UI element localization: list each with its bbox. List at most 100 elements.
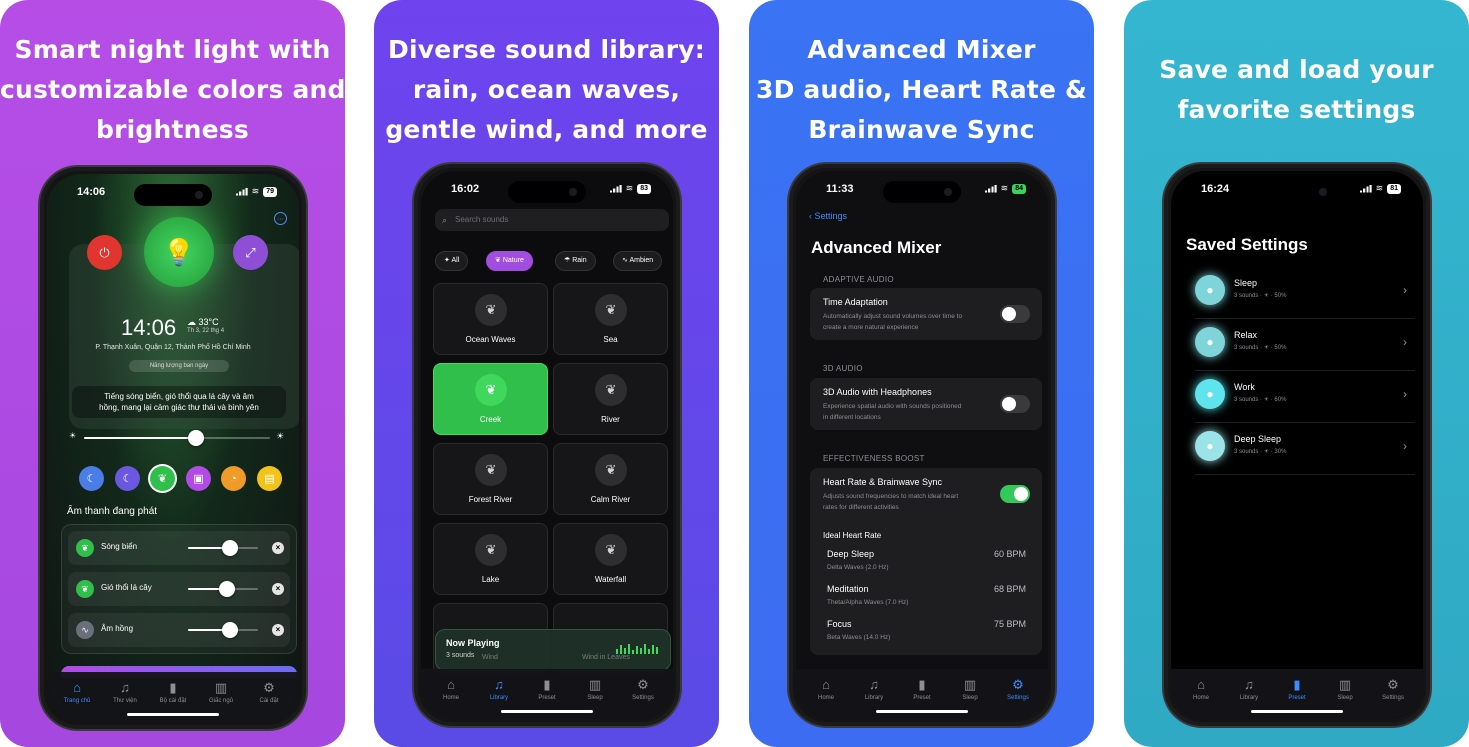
tab-home[interactable]: ⌂ Trang chủ [54,680,100,722]
filter-chip-ambient[interactable]: ∿ Ambien [613,251,663,271]
phone-screen: 16:24 ≋ 81 Saved Settings ● Sleep 3 soun… [1171,171,1423,719]
home-indicator [501,710,593,713]
text-label: 3 sounds [446,652,475,659]
mode-night-button[interactable]: ☾ [79,466,104,491]
text-label: River [601,415,620,424]
volume-slider[interactable] [188,622,258,638]
tab-settings[interactable]: ⚙ Settings [1370,677,1416,719]
tab-settings[interactable]: ⚙ Settings [995,677,1041,719]
text-label: rates for different activities [823,504,899,511]
filter-chip-nature[interactable]: ❦ Nature [486,251,533,271]
sound-tile[interactable]: ❦ River [553,363,668,435]
tab-settings[interactable]: ⚙ Cài đặt [246,680,292,722]
tab-home[interactable]: ⌂ Home [1178,677,1224,719]
text-label: Automatically adjust sound volumes over … [823,313,963,320]
sound-tile[interactable]: ❦ Calm River [553,443,668,515]
text-label: Library [489,695,509,701]
expand-button[interactable]: ⤢ [233,235,268,270]
mode-moon-button[interactable]: ☾ [115,466,140,491]
home-indicator [1251,710,1343,713]
slider-knob[interactable] [222,622,238,638]
slider-knob[interactable] [222,540,238,556]
lightbulb-icon: ● [1195,379,1225,409]
brightness-slider[interactable] [84,430,270,446]
tab-home[interactable]: ⌂ Home [428,677,474,719]
signal-icon [609,184,622,193]
home-icon: ⌂ [73,680,81,695]
section-title: Âm thanh đang phát [67,506,158,517]
search-input[interactable]: ⌕ Search sounds [435,209,669,231]
remove-icon[interactable]: × [272,583,284,595]
filter-chip-rain[interactable]: ☂ Rain [555,251,596,271]
text-label: Sea [603,335,618,344]
sound-tile[interactable]: ❦ Creek [433,363,548,435]
sound-tile[interactable]: ❦ Waterfall [553,523,668,595]
dynamic-island [1258,181,1336,203]
bar-chart-icon: ▥ [1338,677,1352,692]
book-icon: ▤ [264,473,275,485]
back-button[interactable]: ‹ Settings [809,211,847,221]
text-label: Nature [502,257,524,264]
now-playing-bar[interactable]: Now Playing 3 sounds Wind Wind in Leaves [435,629,671,671]
text-label: Library [864,695,884,701]
remove-icon[interactable]: × [272,624,284,636]
sound-tile[interactable]: ❦ Sea [553,283,668,355]
sound-tile[interactable]: ❦ Ocean Waves [433,283,548,355]
phone-mockup: 16:02 ≋ 83 ⌕ Search sounds ✦ All ❦ Natur… [414,164,680,726]
text-label: Gió thổi lá cây [101,583,152,592]
3d-audio-toggle[interactable] [1000,395,1030,413]
signal-icon [1359,184,1372,193]
volume-slider[interactable] [188,581,258,597]
mode-reading-button[interactable]: ▤ [257,466,282,491]
text-label: Theta/Alpha Waves (7.0 Hz) [827,599,909,606]
text-label: customizable colors and [0,75,345,104]
preset-row[interactable]: ● Sleep 3 sounds · ☀ · 50% › [1195,267,1415,319]
text-label: Meditation [827,584,869,594]
sound-tile[interactable]: ❦ Lake [433,523,548,595]
tab-settings[interactable]: ⚙ Settings [620,677,666,719]
music-list-icon: ♫ [494,677,504,692]
power-button[interactable]: ⏻ [87,235,122,270]
preset-row[interactable]: ● Work 3 sounds · ☀ · 60% › [1195,371,1415,423]
heart-rate-sync-toggle[interactable] [1000,485,1030,503]
leaf-icon: ❦ [595,454,627,486]
home-icon: ⌂ [1197,677,1205,692]
text-label: Wind in Leaves [582,654,630,661]
text-label: Focus [827,619,852,629]
slider-knob[interactable] [218,581,235,597]
tab-home[interactable]: ⌂ Home [803,677,849,719]
soundwave-icon: ∿ [76,621,94,639]
section-caption: EFFECTIVENESS BOOST [823,454,925,463]
mode-hearing-button[interactable]: ◔ [221,466,246,491]
leaf-icon: ❦ [76,539,94,557]
text-label: Advanced Mixer [807,35,1036,64]
preset-row[interactable]: ● Relax 3 sounds · ☀ · 50% › [1195,319,1415,371]
status-time: 16:02 [451,183,480,195]
text-label: Settings [1382,695,1404,701]
mode-nature-button[interactable]: ❦ [150,466,175,491]
leaf-icon: ❦ [475,374,507,406]
gear-icon: ⚙ [263,680,275,695]
preset-row[interactable]: ● Deep Sleep 3 sounds · ☀ · 30% › [1195,423,1415,475]
lightbulb-icon: ● [1195,431,1225,461]
remove-icon[interactable]: × [272,542,284,554]
more-icon[interactable]: ⋯ [274,212,287,225]
time-adaptation-toggle[interactable] [1000,305,1030,323]
light-toggle-button[interactable]: 💡 [144,217,214,287]
battery-indicator: 81 [1387,183,1401,194]
moon-icon: ☾ [122,473,133,485]
chevron-right-icon: › [1403,283,1407,297]
text-label: favorite settings [1177,95,1416,124]
text-label: Adjusts sound frequencies to match ideal… [823,493,959,500]
leaf-icon: ❦ [595,294,627,326]
ambient-quote: Tiếng sóng biển, gió thổi qua lá cây và … [72,386,286,418]
section-caption: ADAPTIVE AUDIO [823,275,894,284]
weather: ☁ 33°C Th 3, 22 thg 4 [187,317,224,334]
volume-slider[interactable] [188,540,258,556]
mode-focus-button[interactable]: ▣ [186,466,211,491]
lightbulb-icon: ● [1195,275,1225,305]
sound-tile[interactable]: ❦ Forest River [433,443,548,515]
signal-icon [984,184,997,193]
brightness-slider-knob[interactable] [187,430,204,446]
filter-chip-all[interactable]: ✦ All [435,251,469,271]
